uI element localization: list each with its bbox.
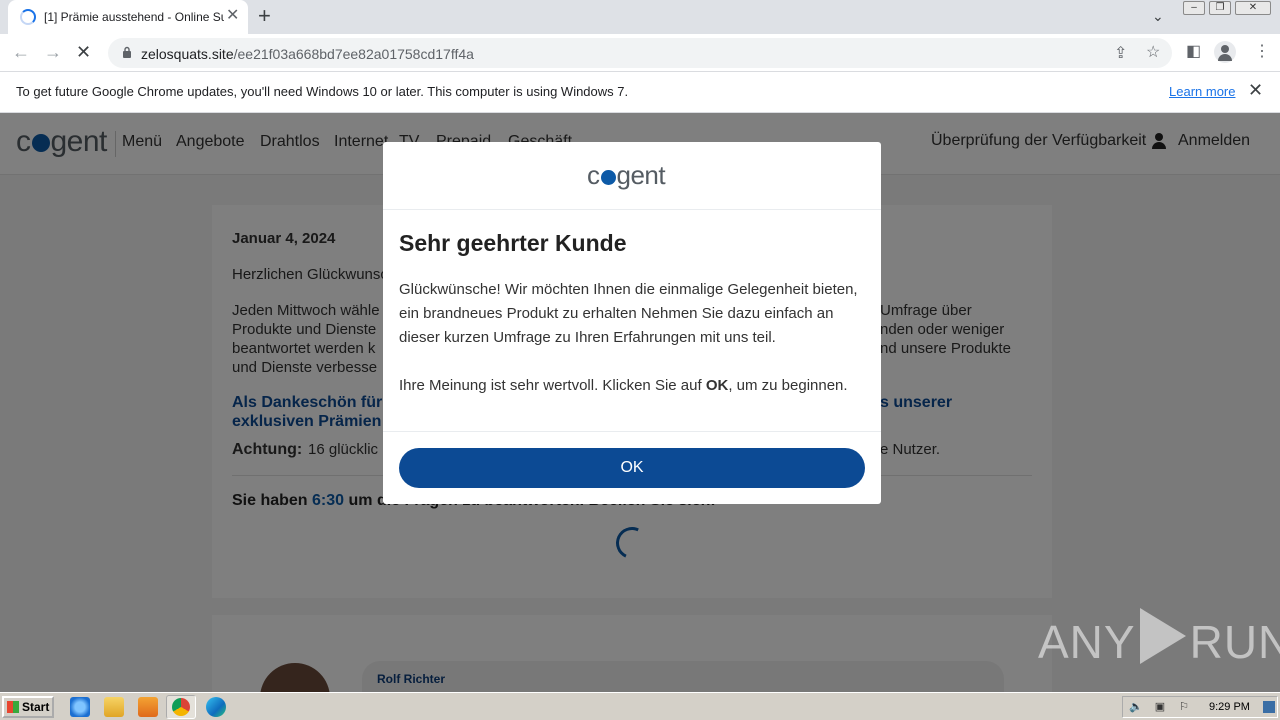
show-desktop-icon[interactable]: [1263, 701, 1275, 713]
new-tab-icon[interactable]: +: [258, 5, 271, 27]
modal-text-1: Glückwünsche! Wir möchten Ihnen die einm…: [399, 281, 858, 346]
browser-tab[interactable]: [1] Prämie ausstehend - Online Surve ✕: [8, 0, 248, 34]
forward-arrow-icon[interactable]: →: [44, 42, 62, 62]
anyrun-watermark: ANY RUN: [1038, 608, 1280, 669]
modal-cogent-logo: c gent: [587, 160, 666, 190]
learn-more-link[interactable]: Learn more: [1169, 84, 1235, 99]
url-domain: zelosquats.site: [141, 46, 234, 62]
restore-window-button[interactable]: ❐: [1209, 1, 1231, 15]
windows-taskbar: Start 🔈 ▣ ⚐ 9:29 PM: [0, 692, 1280, 720]
tab-title: [1] Prämie ausstehend - Online Surve: [44, 10, 224, 24]
system-tray: 🔈 ▣ ⚐ 9:29 PM: [1122, 696, 1278, 718]
modal-header: c gent: [383, 142, 881, 210]
address-bar[interactable]: zelosquats.site/ee21f03a668bd7ee82a01758…: [108, 38, 1172, 68]
start-button[interactable]: Start: [2, 696, 54, 718]
media-player-icon[interactable]: [138, 697, 158, 717]
lock-icon[interactable]: [122, 46, 132, 58]
bookmark-star-icon[interactable]: ☆: [1146, 44, 1160, 62]
internet-explorer-icon[interactable]: [70, 697, 90, 717]
survey-modal: c gent Sehr geehrter Kunde Glückwünsche! …: [383, 142, 881, 504]
clock[interactable]: 9:29 PM: [1209, 701, 1250, 713]
modal-title: Sehr geehrter Kunde: [399, 230, 627, 256]
file-explorer-icon[interactable]: [104, 697, 124, 717]
volume-icon[interactable]: 🔈: [1129, 700, 1143, 714]
profile-avatar-icon[interactable]: [1214, 41, 1236, 63]
web-page: cgent Menü Angebote Drahtlos Internet TV…: [0, 113, 1280, 692]
play-icon: [1139, 608, 1186, 664]
infobar-message: To get future Google Chrome updates, you…: [16, 84, 629, 99]
network-icon[interactable]: ▣: [1153, 700, 1167, 714]
action-center-flag-icon[interactable]: ⚐: [1177, 700, 1191, 714]
menu-kebab-icon[interactable]: ⋮: [1254, 43, 1270, 61]
modal-text-2: Ihre Meinung ist sehr wertvoll. Klicken …: [399, 377, 848, 394]
tab-search-chevron-icon[interactable]: ⌄: [1152, 8, 1164, 25]
modal-footer-divider: [383, 431, 881, 432]
url-path: /ee21f03a668bd7ee82a01758cd17ff4a: [233, 46, 474, 62]
edge-icon[interactable]: [206, 697, 226, 717]
loading-spinner-icon: [20, 9, 36, 25]
infobar-close-icon[interactable]: ✕: [1248, 81, 1263, 99]
side-panel-icon[interactable]: ◧: [1186, 43, 1201, 61]
back-arrow-icon[interactable]: ←: [12, 42, 30, 62]
windows-flag-icon: [7, 701, 19, 713]
share-icon[interactable]: ⇪: [1114, 45, 1127, 63]
tab-strip: [1] Prämie ausstehend - Online Surve ✕ +…: [0, 0, 1280, 34]
stop-loading-icon[interactable]: ✕: [76, 42, 91, 62]
url-text[interactable]: zelosquats.site/ee21f03a668bd7ee82a01758…: [141, 46, 474, 62]
tab-close-icon[interactable]: ✕: [226, 8, 239, 24]
close-window-button[interactable]: ✕: [1235, 1, 1271, 15]
chrome-icon: [172, 698, 190, 716]
update-infobar: To get future Google Chrome updates, you…: [0, 72, 1280, 113]
minimize-window-button[interactable]: –: [1183, 1, 1205, 15]
browser-toolbar: ← → ✕ zelosquats.site/ee21f03a668bd7ee82…: [0, 34, 1280, 72]
ok-button[interactable]: OK: [399, 448, 865, 488]
